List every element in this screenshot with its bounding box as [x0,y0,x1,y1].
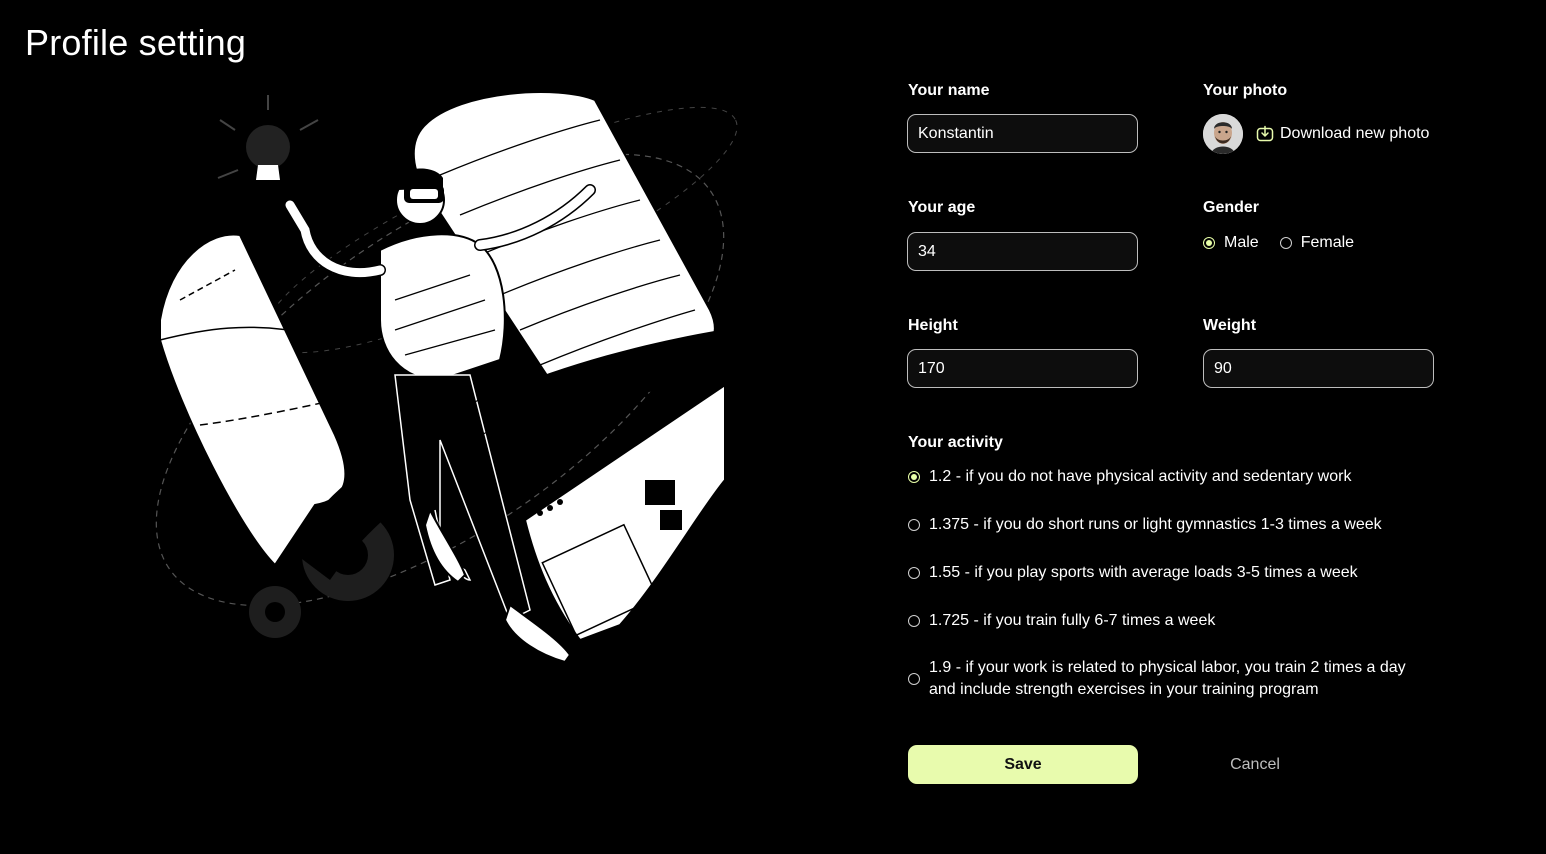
weight-input[interactable] [1203,349,1434,388]
activity-option-1-9[interactable]: 1.9 - if your work is related to physica… [908,657,1419,701]
photo-row: Download new photo [1203,114,1429,154]
download-photo-icon [1256,125,1274,143]
weight-label: Weight [1203,317,1257,334]
age-label: Your age [908,199,976,216]
gender-option-label: Female [1300,234,1355,251]
height-input[interactable] [907,349,1138,388]
activity-option-label: 1.55 - if you play sports with average l… [929,564,1358,581]
name-input[interactable] [907,114,1138,153]
user-avatar [1203,114,1243,154]
download-photo-label: Download new photo [1280,125,1430,142]
gender-radio-group: Male Female [1203,234,1354,252]
radio-activity-1-9[interactable] [908,673,920,685]
gender-option-male[interactable]: Male [1203,234,1259,252]
download-photo-button[interactable]: Download new photo [1256,125,1429,143]
name-label: Your name [908,82,990,99]
activity-option-1-375[interactable]: 1.375 - if you do short runs or light gy… [908,514,1419,536]
radio-activity-1-55[interactable] [908,567,920,579]
photo-label: Your photo [1203,82,1288,99]
radio-activity-1-375[interactable] [908,519,920,531]
radio-activity-1-725[interactable] [908,615,920,627]
activity-option-label: 1.9 - if your work is related to physica… [929,659,1406,698]
activity-option-1-2[interactable]: 1.2 - if you do not have physical activi… [908,466,1419,488]
activity-option-1-725[interactable]: 1.725 - if you train fully 6-7 times a w… [908,610,1419,632]
radio-female[interactable] [1279,237,1292,249]
activity-option-1-55[interactable]: 1.55 - if you play sports with average l… [908,562,1419,584]
activity-label: Your activity [908,434,1003,451]
activity-option-label: 1.2 - if you do not have physical activi… [929,468,1352,485]
activity-option-label: 1.725 - if you train fully 6-7 times a w… [929,612,1216,629]
radio-activity-1-2[interactable] [908,471,920,483]
height-label: Height [908,317,958,334]
save-button[interactable]: Save [908,745,1138,784]
gender-option-label: Male [1224,234,1259,251]
gender-label: Gender [1203,199,1260,216]
activity-option-label: 1.375 - if you do short runs or light gy… [929,516,1382,533]
vr-person-illustration [155,91,738,664]
cancel-button[interactable]: Cancel [1210,745,1300,784]
radio-male[interactable] [1203,237,1215,249]
age-input[interactable] [907,232,1138,271]
page-title: Profile setting [25,22,247,63]
gender-option-female[interactable]: Female [1279,234,1355,252]
